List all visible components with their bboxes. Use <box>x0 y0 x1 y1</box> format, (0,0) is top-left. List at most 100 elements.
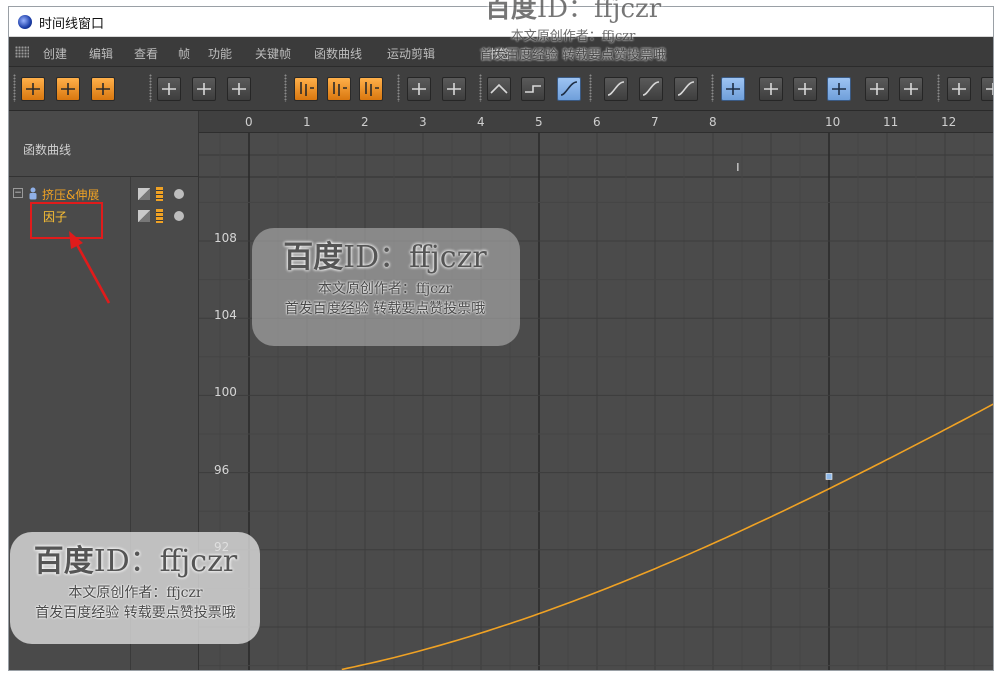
weight-button[interactable] <box>865 77 889 101</box>
mode-icon[interactable] <box>138 188 150 200</box>
toolbar-grip[interactable] <box>149 74 152 102</box>
motion-mode-button[interactable] <box>91 77 115 101</box>
mode-icon[interactable] <box>138 210 150 222</box>
zero-length-icon <box>726 83 740 95</box>
zero-length-button[interactable] <box>721 77 745 101</box>
ruler-frame-label: 3 <box>419 115 427 129</box>
keyframe-point[interactable] <box>825 473 833 480</box>
break-tangent-icon <box>832 83 846 95</box>
ruler-frame-label: 8 <box>709 115 717 129</box>
zero-angle-icon <box>447 83 461 95</box>
menu-grip-icon[interactable] <box>15 46 29 58</box>
lock-tangent-icon <box>798 83 812 95</box>
clamp-button[interactable] <box>899 77 923 101</box>
ease-in-icon <box>642 81 660 96</box>
menu-fcurve[interactable]: 函数曲线 <box>314 45 362 62</box>
add-key-icon <box>300 82 314 96</box>
frame-ruler[interactable]: 0 1 2 3 4 5 6 7 8 10 11 12 <box>199 111 993 133</box>
ease-in-out-icon <box>607 81 625 96</box>
ruler-frame-label: 10 <box>825 115 841 129</box>
remove-key-button[interactable] <box>359 77 383 101</box>
ruler-frame-label: 12 <box>941 115 957 129</box>
panel-header: 函数曲线 <box>9 111 199 177</box>
toolbar <box>9 67 993 111</box>
toolbar-grip[interactable] <box>589 74 592 102</box>
range-button[interactable] <box>227 77 251 101</box>
auto-tangent-icon <box>764 83 778 95</box>
menu-view[interactable]: 查看 <box>134 45 158 62</box>
object-icon <box>29 187 37 200</box>
step-button[interactable] <box>521 77 545 101</box>
key-mode-icon <box>26 83 40 95</box>
ruler-frame-label: 2 <box>361 115 369 129</box>
range-icon <box>232 83 246 95</box>
key-left-icon <box>412 83 426 95</box>
ease-in-button[interactable] <box>639 77 663 101</box>
auto-tangent-button[interactable] <box>759 77 783 101</box>
more-button[interactable] <box>981 77 993 101</box>
motion-mode-icon <box>96 83 110 95</box>
value-axis-label: 104 <box>214 308 237 323</box>
break-tangent-button[interactable] <box>827 77 851 101</box>
fcurve-mode-button[interactable] <box>56 77 80 101</box>
track-icon[interactable] <box>156 187 163 201</box>
lock-tangent-button[interactable] <box>793 77 817 101</box>
enable-dot-icon[interactable] <box>174 211 184 221</box>
menu-bookmarks[interactable]: 书签 <box>487 45 511 62</box>
toolbar-grip[interactable] <box>397 74 400 102</box>
clamp-icon <box>904 83 918 95</box>
menu-function[interactable]: 功能 <box>208 45 232 62</box>
add-keys-icon <box>333 82 347 96</box>
tree-label: 挤压&伸展 <box>42 188 100 202</box>
ruler-frame-label: 1 <box>303 115 311 129</box>
menu-motion-clip[interactable]: 运动剪辑 <box>387 45 435 62</box>
key-mode-button[interactable] <box>21 77 45 101</box>
key-left-button[interactable] <box>407 77 431 101</box>
toolbar-grip[interactable] <box>937 74 940 102</box>
app-logo-icon <box>18 15 32 29</box>
fcurve-graph[interactable]: I 012345678101112 1081041009692 <box>199 111 994 671</box>
collapse-toggle[interactable]: − <box>13 188 23 198</box>
frame-selected-button[interactable] <box>192 77 216 101</box>
track-icon[interactable] <box>156 209 163 223</box>
menu-edit[interactable]: 编辑 <box>89 45 113 62</box>
toolbar-grip[interactable] <box>479 74 482 102</box>
menu-create[interactable]: 创建 <box>43 45 67 62</box>
fcurve-mode-icon <box>61 83 75 95</box>
linear-button[interactable] <box>487 77 511 101</box>
lock-key-icon <box>952 83 966 95</box>
ease-out-button[interactable] <box>674 77 698 101</box>
spline-button[interactable] <box>557 77 581 101</box>
toolbar-grip[interactable] <box>13 74 16 102</box>
toolbar-grip[interactable] <box>711 74 714 102</box>
ruler-frame-label: 7 <box>651 115 659 129</box>
zero-angle-button[interactable] <box>442 77 466 101</box>
ruler-frame-label: 5 <box>535 115 543 129</box>
value-axis-label: 100 <box>214 385 237 400</box>
frame-selected-icon <box>197 83 211 95</box>
add-keys-button[interactable] <box>327 77 351 101</box>
value-axis-label: 96 <box>214 462 230 477</box>
weight-icon <box>870 83 884 95</box>
tree-row-squash-stretch[interactable]: − 挤压&伸展 <box>9 184 199 204</box>
title-bar: 时间线窗口 <box>9 7 993 37</box>
window-title: 时间线窗口 <box>39 17 105 32</box>
menu-keyframe[interactable]: 关键帧 <box>255 45 291 62</box>
enable-dot-icon[interactable] <box>174 189 184 199</box>
frame-all-button[interactable] <box>157 77 181 101</box>
frame-all-icon <box>162 83 176 95</box>
toolbar-grip[interactable] <box>284 74 287 102</box>
lock-key-button[interactable] <box>947 77 971 101</box>
panel-title: 函数曲线 <box>23 143 72 157</box>
watermark-backdrop <box>252 228 520 346</box>
ease-out-icon <box>677 81 695 96</box>
linear-icon <box>490 83 508 94</box>
menu-frame[interactable]: 帧 <box>178 45 190 62</box>
add-key-button[interactable] <box>294 77 318 101</box>
annotation-arrow-icon <box>69 231 111 304</box>
watermark-backdrop <box>10 532 260 644</box>
value-axis-label: 108 <box>214 231 237 245</box>
ease-in-out-button[interactable] <box>604 77 628 101</box>
frame-marker: I <box>736 161 739 174</box>
graph-canvas[interactable]: I <box>199 111 994 671</box>
